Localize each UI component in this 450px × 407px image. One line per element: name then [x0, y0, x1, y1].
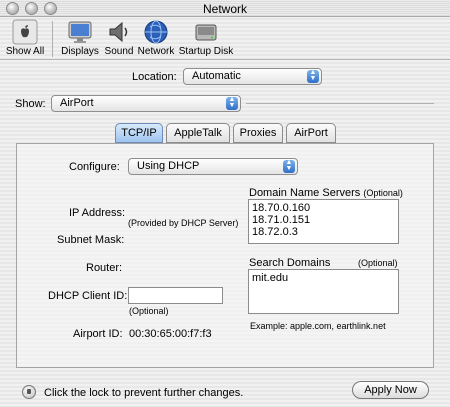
lock-message: Click the lock to prevent further change… — [44, 387, 244, 399]
tab-appletalk[interactable]: AppleTalk — [166, 123, 230, 143]
show-label: Show: — [15, 98, 46, 110]
dns-optional: (Optional) — [363, 188, 403, 198]
tab-proxies[interactable]: Proxies — [233, 123, 283, 143]
toolbar-label: Show All — [5, 46, 45, 57]
dhcp-optional-label: (Optional) — [129, 306, 169, 316]
subnet-mask-label: Subnet Mask: — [57, 234, 125, 246]
tab-tcpip[interactable]: TCP/IP — [115, 123, 163, 143]
list-item: 18.71.0.151 — [252, 214, 311, 226]
show-value: AirPort — [60, 97, 94, 109]
toolbar-label: Network — [137, 46, 175, 57]
dns-title: Domain Name Servers — [249, 187, 361, 199]
apply-now-button[interactable]: Apply Now — [352, 381, 429, 399]
divider — [246, 103, 434, 104]
toolbar-startup-disk[interactable]: Startup Disk — [178, 19, 234, 57]
dhcp-client-id-field[interactable] — [128, 287, 223, 304]
speaker-icon — [106, 19, 132, 45]
popup-arrows-icon: ▲ ▼ — [307, 69, 319, 83]
globe-icon — [143, 19, 169, 45]
toolbar-label: Displays — [61, 46, 99, 57]
toolbar-show-all[interactable]: Show All — [4, 19, 46, 57]
search-domains-label: Search Domains — [249, 257, 331, 269]
ip-address-value: (Provided by DHCP Server) — [128, 218, 239, 228]
hard-disk-icon — [193, 19, 219, 45]
toolbar-network[interactable]: Network — [137, 19, 175, 57]
search-domains-optional: (Optional) — [358, 258, 398, 268]
location-value: Automatic — [192, 70, 241, 82]
location-popup[interactable]: Automatic ▲ ▼ — [183, 68, 322, 85]
toolbar: Show All Displays Sound Network Startup … — [0, 17, 450, 60]
toolbar-sound[interactable]: Sound — [103, 19, 135, 57]
configure-value: Using DHCP — [137, 160, 200, 172]
window-title: Network — [202, 2, 247, 16]
router-label: Router: — [86, 262, 123, 274]
location-label: Location: — [132, 71, 177, 83]
toolbar-separator — [52, 21, 53, 57]
popup-arrows-icon: ▲ ▼ — [226, 96, 238, 110]
dns-label: Domain Name Servers (Optional) — [249, 187, 403, 199]
dns-servers-list[interactable]: 18.70.0.160 18.71.0.151 18.72.0.3 — [248, 199, 399, 244]
list-item: 18.72.0.3 — [252, 226, 298, 238]
airport-id-value: 00:30:65:00:f7:f3 — [129, 328, 212, 340]
example-text: Example: apple.com, earthlink.net — [250, 321, 386, 331]
toolbar-label: Sound — [104, 46, 134, 57]
toolbar-label: Startup Disk — [178, 46, 234, 57]
apple-logo-icon — [12, 19, 38, 45]
title-bar: Network — [0, 0, 450, 17]
configure-popup[interactable]: Using DHCP ▲ ▼ — [128, 158, 298, 175]
search-domains-list[interactable]: mit.edu — [248, 269, 399, 314]
ip-address-label: IP Address: — [69, 207, 126, 219]
lock-icon[interactable] — [22, 385, 36, 399]
toolbar-displays[interactable]: Displays — [60, 19, 100, 57]
tab-airport[interactable]: AirPort — [286, 123, 336, 143]
list-item: 18.70.0.160 — [252, 202, 311, 214]
show-popup[interactable]: AirPort ▲ ▼ — [51, 95, 241, 112]
configure-label: Configure: — [69, 161, 120, 173]
popup-arrows-icon: ▲ ▼ — [283, 159, 295, 173]
display-icon — [67, 19, 93, 45]
airport-id-label: Airport ID: — [73, 328, 123, 340]
dhcp-client-id-label: DHCP Client ID: — [48, 290, 128, 302]
list-item: mit.edu — [252, 272, 289, 284]
